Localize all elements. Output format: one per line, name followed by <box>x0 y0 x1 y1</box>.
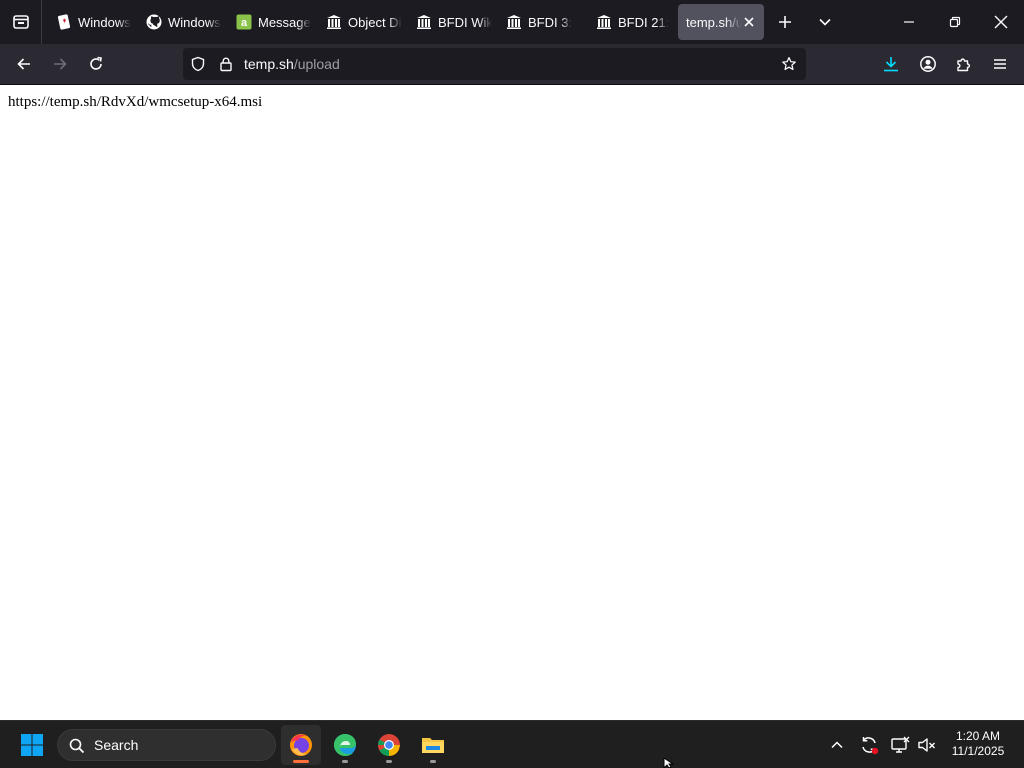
close-icon <box>994 15 1008 29</box>
page-content: https://temp.sh/RdvXd/wmcsetup-x64.msi <box>0 85 1024 720</box>
tab-windows-solitaire[interactable]: Windows <box>46 4 132 40</box>
github-icon <box>146 14 162 30</box>
wiki-icon <box>416 14 432 30</box>
navigation-toolbar: temp.sh/upload <box>0 44 1024 85</box>
tray-volume[interactable] <box>915 733 939 757</box>
firefox-view-button[interactable] <box>0 0 42 44</box>
windows-logo-icon <box>21 734 43 756</box>
hamburger-menu-icon <box>994 59 1006 69</box>
star-icon <box>782 56 796 71</box>
start-button[interactable] <box>12 725 52 765</box>
download-icon <box>884 57 898 72</box>
forward-button[interactable] <box>44 48 76 80</box>
firefox-view-icon <box>12 15 29 29</box>
taskbar-search[interactable]: Search <box>57 729 276 761</box>
plus-icon <box>779 16 791 28</box>
taskbar-edge[interactable] <box>325 725 365 765</box>
sync-alert-icon <box>862 737 879 755</box>
file-explorer-icon <box>422 738 444 753</box>
search-icon <box>69 738 85 754</box>
wiki-icon <box>326 14 342 30</box>
minimize-button[interactable] <box>886 0 932 44</box>
arrow-left-icon <box>17 58 30 70</box>
wiki-icon <box>596 14 612 30</box>
close-tab-button[interactable] <box>742 15 756 29</box>
running-indicator <box>386 760 392 763</box>
tab-message[interactable]: a Message <box>226 4 312 40</box>
restore-icon <box>949 16 961 28</box>
firefox-icon <box>290 734 312 756</box>
taskbar-chrome[interactable] <box>369 725 409 765</box>
downloads-button[interactable] <box>875 48 907 80</box>
url-text[interactable]: temp.sh/upload <box>244 56 340 72</box>
running-indicator <box>293 760 309 763</box>
arrow-right-icon <box>54 58 67 70</box>
taskbar-clock[interactable]: 1:20 AM 11/1/2025 <box>940 729 1016 759</box>
tray-sync-status[interactable] <box>857 733 881 757</box>
reload-icon <box>90 56 102 70</box>
tab-title: BFDI Wiki <box>438 14 492 30</box>
back-button[interactable] <box>8 48 40 80</box>
tab-title: Windows <box>78 14 131 30</box>
restore-button[interactable] <box>932 0 978 44</box>
lock-icon[interactable] <box>218 56 234 72</box>
clock-date: 11/1/2025 <box>951 744 1005 758</box>
address-bar[interactable]: temp.sh/upload <box>183 48 806 80</box>
tab-object-dictionary[interactable]: Object Dictionary <box>316 4 402 40</box>
solitaire-card-icon <box>56 14 72 30</box>
bookmark-star-button[interactable] <box>781 56 797 72</box>
close-window-button[interactable] <box>978 0 1024 44</box>
chevron-down-icon <box>819 18 831 26</box>
tab-strip: Windows Windows a Message Object Diction… <box>0 0 1024 44</box>
clock-time: 1:20 AM <box>955 729 1001 743</box>
tab-bfdi-wiki[interactable]: BFDI Wiki <box>406 4 492 40</box>
tracking-protection-shield-icon[interactable] <box>190 56 206 72</box>
upload-result-url: https://temp.sh/RdvXd/wmcsetup-x64.msi <box>8 94 263 110</box>
tab-title: Object Dictionary <box>348 14 402 30</box>
running-indicator <box>342 760 348 763</box>
puzzle-piece-icon <box>957 58 971 72</box>
url-host: temp.sh <box>244 56 294 72</box>
minimize-icon <box>904 21 914 23</box>
tray-network[interactable] <box>888 733 912 757</box>
app-menu-button[interactable] <box>984 48 1016 80</box>
tab-title: Message <box>258 14 311 30</box>
extensions-button[interactable] <box>948 48 980 80</box>
mouse-cursor-icon <box>663 758 675 768</box>
running-indicator <box>430 760 436 763</box>
reload-button[interactable] <box>80 48 112 80</box>
tab-title: BFDI 21: <box>618 14 670 30</box>
taskbar-file-explorer[interactable] <box>413 725 453 765</box>
tab-title: BFDI 3: <box>528 14 573 30</box>
close-icon <box>744 17 754 27</box>
windows-taskbar: Search 1:20 AM 11/1/2025 <box>0 720 1024 768</box>
edge-icon <box>334 734 356 756</box>
list-all-tabs-button[interactable] <box>807 4 843 40</box>
url-path: /upload <box>293 56 340 72</box>
tab-windows-github[interactable]: Windows <box>136 4 222 40</box>
search-label: Search <box>94 737 139 753</box>
chevron-up-icon <box>831 741 843 749</box>
tab-bfdi-21[interactable]: BFDI 21: <box>586 4 672 40</box>
tab-title: temp.sh/upload <box>686 14 742 30</box>
volume-muted-icon <box>918 738 935 752</box>
tab-temp-sh-upload[interactable]: temp.sh/upload <box>678 4 764 40</box>
wiki-icon <box>506 14 522 30</box>
chrome-icon <box>378 734 400 756</box>
taskbar-firefox[interactable] <box>281 725 321 765</box>
svg-text:a: a <box>241 17 248 29</box>
amino-app-icon: a <box>236 14 252 30</box>
account-button[interactable] <box>912 48 944 80</box>
tab-bfdi-3[interactable]: BFDI 3: <box>496 4 582 40</box>
network-disconnected-icon <box>891 736 910 753</box>
account-icon <box>920 56 936 72</box>
tab-title: Windows <box>168 14 221 30</box>
show-hidden-icons-button[interactable] <box>825 733 849 757</box>
new-tab-button[interactable] <box>767 4 803 40</box>
